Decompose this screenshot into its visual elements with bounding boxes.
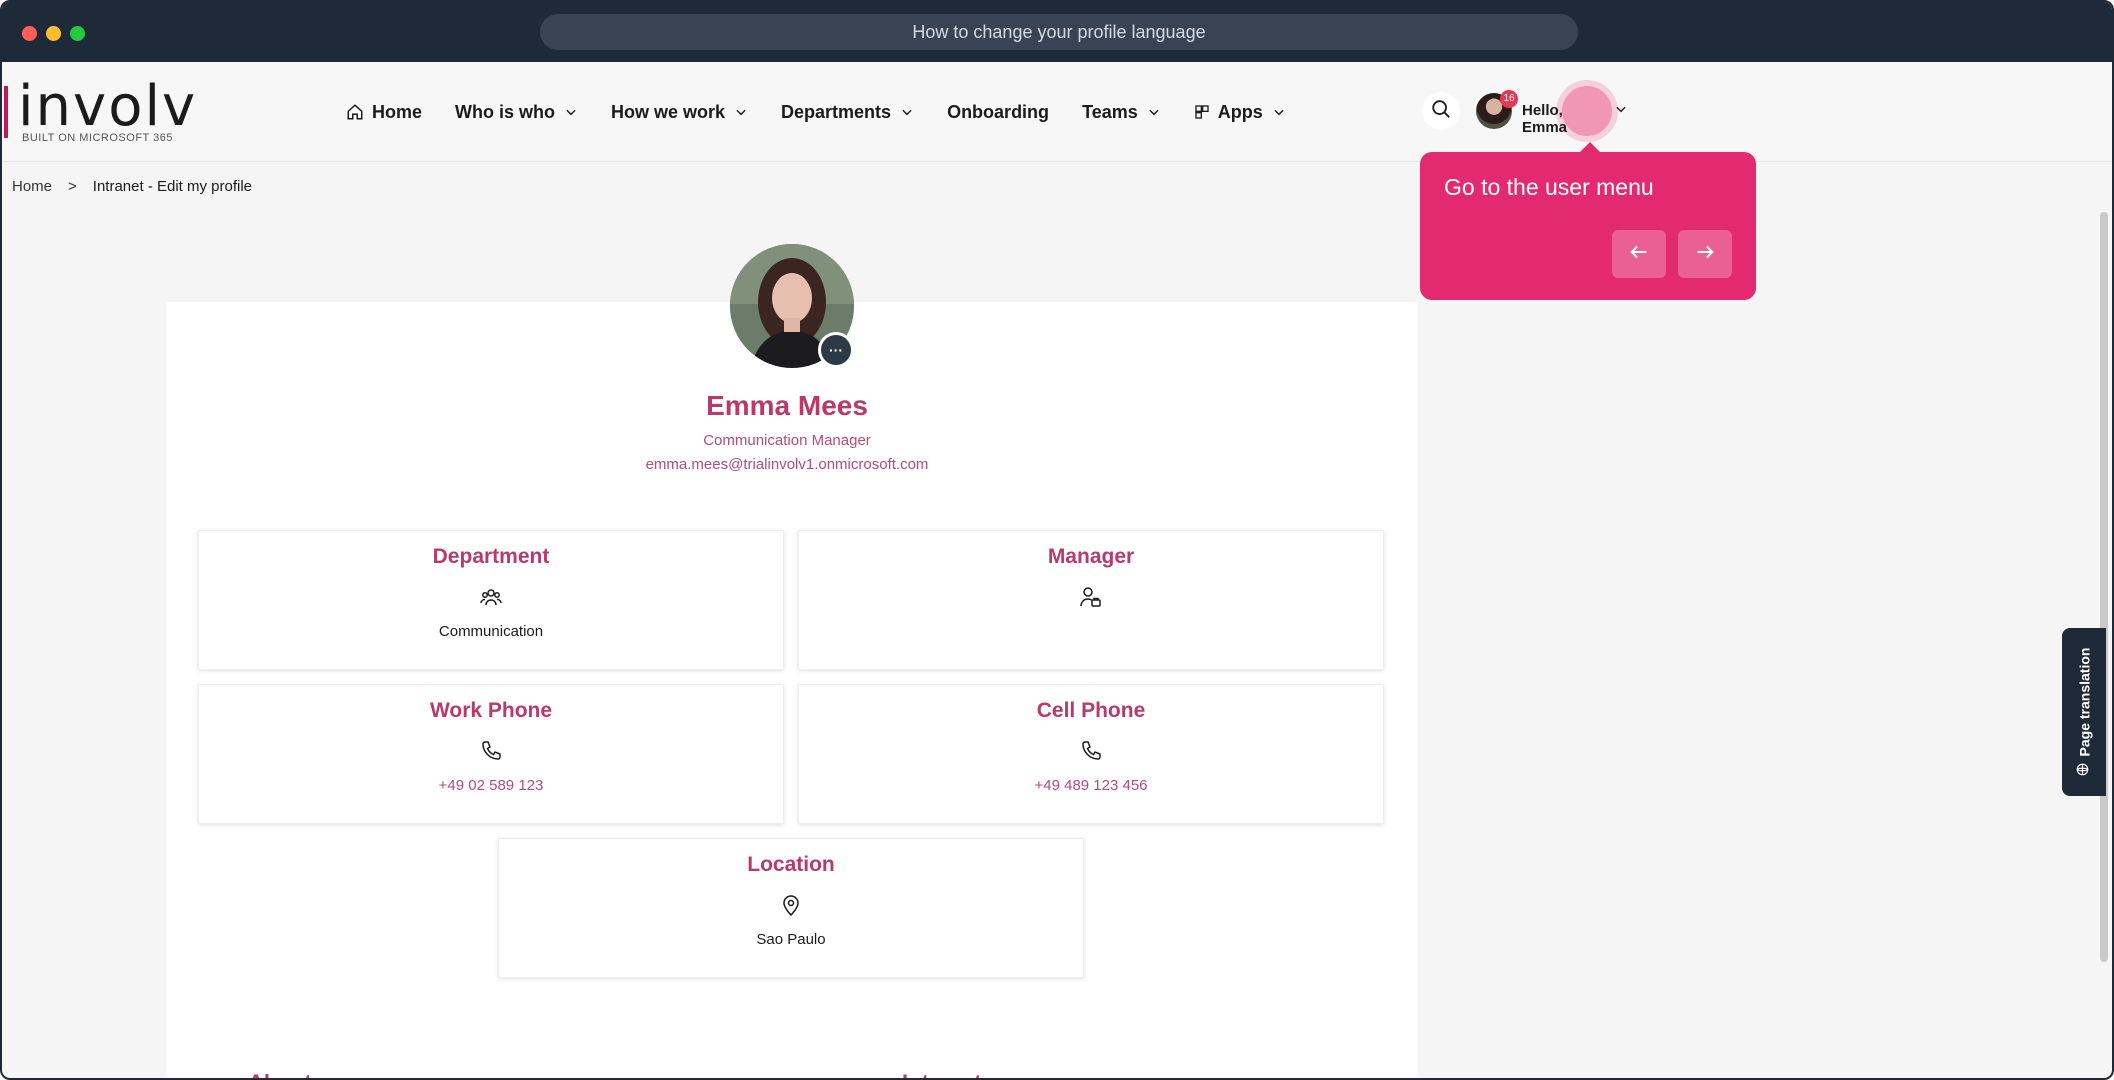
nav-item-home[interactable]: Home: [346, 102, 422, 123]
nav-item-departments[interactable]: Departments: [781, 102, 914, 123]
breadcrumb-current: Intranet - Edit my profile: [92, 178, 253, 195]
card-title: Department: [432, 545, 550, 568]
location-card: Location Sao Paulo: [498, 838, 1084, 978]
card-value: Sao Paulo: [756, 931, 826, 948]
user-menu-button[interactable]: Hello, Emma: [1522, 102, 1567, 136]
phone-icon: [1079, 739, 1103, 763]
chevron-down-icon: [900, 105, 914, 119]
globe-icon: [2076, 762, 2093, 776]
maximize-window-button[interactable]: [70, 26, 85, 41]
profile-more-button[interactable]: ···: [818, 332, 854, 368]
logo-subtitle: BUILT ON MICROSOFT 365: [22, 132, 173, 144]
nav-item-label: Who is who: [455, 101, 555, 122]
chevron-down-icon: [734, 105, 748, 119]
card-title: Location: [747, 853, 835, 876]
profile-email[interactable]: emma.mees@trialinvolv1.onmicrosoft.com: [2, 456, 1572, 473]
profile-name: Emma Mees: [706, 390, 868, 421]
browser-window: How to change your profile language invo…: [0, 0, 2114, 1080]
person-briefcase-icon: [1079, 585, 1103, 609]
card-value[interactable]: +49 02 589 123: [199, 777, 783, 794]
main-menu: Home Who is who How we work Departments …: [346, 62, 1319, 162]
notification-badge: 16: [1500, 90, 1518, 108]
breadcrumb-home-link[interactable]: Home: [12, 178, 52, 195]
tooltip-next-button[interactable]: [1678, 230, 1732, 278]
profile-job-title: Communication Manager: [703, 432, 871, 449]
department-card: Department Communication: [198, 530, 784, 670]
chevron-down-icon: [1147, 105, 1161, 119]
page-translation-label: Page translation: [2076, 647, 2092, 757]
manager-card: Manager: [798, 530, 1384, 670]
nav-item-label: Apps: [1217, 101, 1263, 122]
card-value[interactable]: +49 489 123 456: [799, 777, 1383, 794]
guide-tooltip: Go to the user menu: [1420, 142, 1756, 300]
nav-item-teams[interactable]: Teams: [1082, 102, 1161, 123]
about-me-heading: About me: [248, 1070, 349, 1078]
top-navigation: involv BUILT ON MICROSOFT 365 Home Who i…: [2, 62, 2112, 162]
nav-item-onboarding[interactable]: Onboarding: [947, 102, 1049, 123]
involv-logo[interactable]: involv BUILT ON MICROSOFT 365: [4, 74, 195, 146]
nav-item-who-is-who[interactable]: Who is who: [455, 102, 578, 123]
nav-item-label: How we work: [611, 101, 726, 122]
page-translation-content: Page translation: [2076, 648, 2093, 777]
logo-text: involv: [18, 74, 198, 139]
home-icon: [346, 103, 364, 121]
card-title: Cell Phone: [1036, 699, 1146, 722]
arrow-left-icon: [1628, 241, 1650, 268]
arrow-right-icon: [1694, 241, 1716, 268]
tooltip-text: Go to the user menu: [1444, 174, 1654, 200]
chevron-down-icon: [1272, 105, 1286, 119]
location-pin-icon: [779, 893, 803, 917]
nav-item-apps[interactable]: Apps: [1194, 102, 1286, 123]
highlight-pulse: [1562, 86, 1612, 136]
nav-item-label: Teams: [1082, 101, 1138, 122]
minimize-window-button[interactable]: [46, 26, 61, 41]
breadcrumb: Home > Intranet - Edit my profile: [12, 178, 252, 195]
chevron-down-icon[interactable]: [1614, 102, 1628, 121]
search-button[interactable]: [1422, 92, 1460, 130]
breadcrumb-separator: >: [68, 178, 77, 195]
nav-item-label: Onboarding: [947, 101, 1050, 122]
nav-item-how-we-work[interactable]: How we work: [611, 102, 748, 123]
chevron-down-icon: [564, 105, 578, 119]
search-icon: [1430, 98, 1452, 125]
card-title: Work Phone: [429, 699, 553, 722]
work-phone-card: Work Phone +49 02 589 123: [198, 684, 784, 824]
cell-phone-card: Cell Phone +49 489 123 456: [798, 684, 1384, 824]
apps-icon: [1194, 104, 1210, 120]
page-translation-button[interactable]: Page translation: [2062, 628, 2106, 796]
close-window-button[interactable]: [22, 26, 37, 41]
interests-heading: Interests: [902, 1070, 994, 1078]
page-scrollbar[interactable]: [2100, 212, 2108, 962]
title-bar: How to change your profile language: [2, 2, 2112, 62]
tooltip-arrow: [1580, 142, 1600, 152]
card-value: Communication: [438, 623, 544, 640]
tooltip-previous-button[interactable]: [1612, 230, 1666, 278]
address-bar[interactable]: How to change your profile language: [540, 14, 1578, 50]
nav-item-label: Home: [372, 101, 423, 122]
card-title: Manager: [1047, 545, 1135, 568]
phone-icon: [479, 739, 503, 763]
group-icon: [479, 585, 503, 609]
nav-item-label: Departments: [781, 101, 892, 122]
logo-accent-bar: [4, 86, 8, 138]
